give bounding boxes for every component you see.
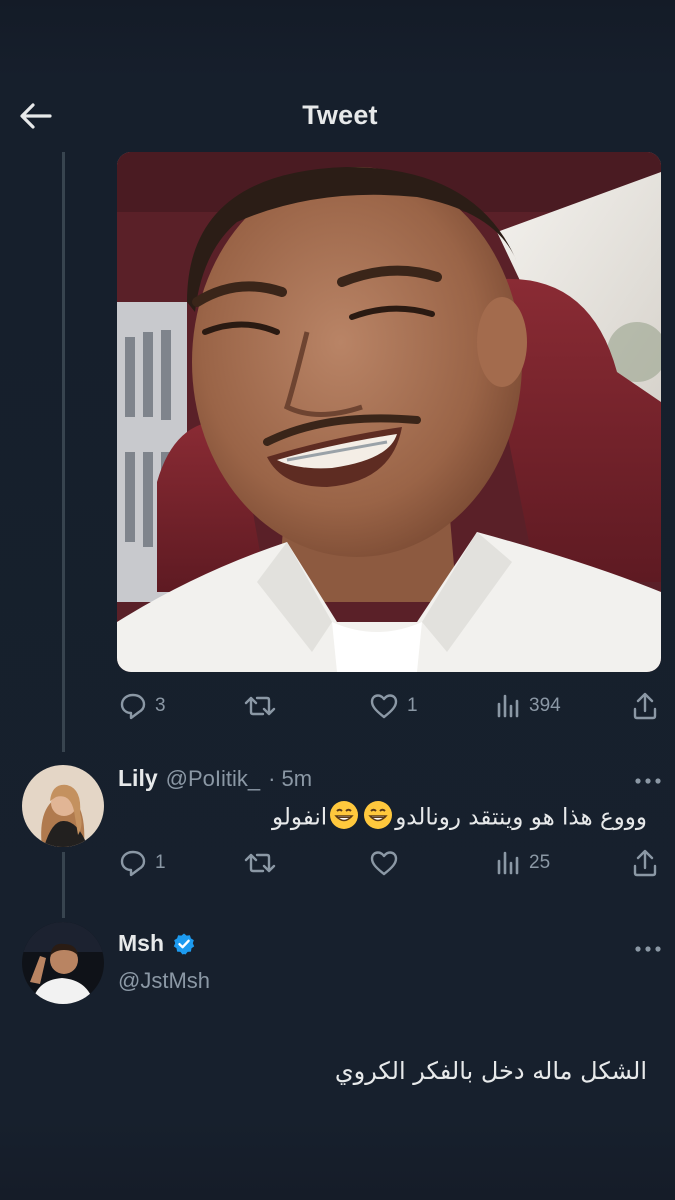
- reply-text-part: انفولو: [271, 804, 328, 831]
- page-title: Tweet: [302, 100, 378, 130]
- selfie-photo: [117, 152, 661, 672]
- display-name[interactable]: Lily: [118, 765, 158, 792]
- tweet-actions: 3 1 394: [117, 688, 665, 724]
- reply-subheader: @JstMsh: [118, 968, 210, 994]
- avatar[interactable]: [22, 765, 104, 847]
- thread-line: [62, 152, 65, 752]
- more-icon: [635, 778, 661, 784]
- like-button[interactable]: [369, 845, 399, 881]
- reply-button[interactable]: 1: [119, 845, 166, 881]
- display-name[interactable]: Msh: [118, 930, 164, 957]
- verified-icon: [173, 933, 195, 954]
- tweet-screen: Tweet 3 1 394 Lily @PoIitik_ · 5m وووع ه…: [0, 0, 675, 1200]
- share-button[interactable]: [631, 688, 659, 724]
- user-avatar-image: [22, 922, 104, 1004]
- user-handle[interactable]: @JstMsh: [118, 968, 210, 994]
- grin-emoji-icon: [363, 800, 393, 836]
- retweet-button[interactable]: [243, 845, 277, 881]
- heart-icon: [370, 851, 398, 876]
- retweet-icon: [244, 853, 276, 873]
- like-count: 1: [407, 695, 418, 716]
- user-avatar-image: [22, 765, 104, 847]
- share-icon: [633, 692, 657, 720]
- avatar[interactable]: [22, 922, 104, 1004]
- reply-actions: 1 25: [117, 845, 665, 881]
- views-count: 25: [529, 852, 551, 873]
- user-handle[interactable]: @PoIitik_: [166, 766, 260, 792]
- heart-icon: [370, 694, 398, 719]
- reply-button[interactable]: 3: [119, 688, 166, 724]
- views-button[interactable]: 394: [495, 688, 561, 724]
- reply-header: Msh: [118, 930, 196, 957]
- more-button[interactable]: [634, 773, 662, 784]
- views-button[interactable]: 25: [495, 845, 550, 881]
- reply-text: وووع هذا هو وينتقد رونالدو انفولو: [272, 800, 647, 836]
- top-bar: Tweet: [0, 82, 675, 152]
- reply-text: الشكل ماله دخل بالفكر الكروي: [334, 1057, 647, 1085]
- grin-emoji-icon: [329, 800, 359, 836]
- reply-icon: [120, 693, 146, 720]
- retweet-button[interactable]: [243, 688, 277, 724]
- more-button[interactable]: [634, 941, 662, 952]
- views-count: 394: [529, 695, 561, 716]
- share-icon: [633, 849, 657, 877]
- reply-count: 1: [155, 852, 166, 873]
- tweet-photo[interactable]: [117, 152, 661, 672]
- reply-icon: [120, 850, 146, 877]
- more-icon: [635, 946, 661, 952]
- share-button[interactable]: [631, 845, 659, 881]
- like-button[interactable]: 1: [369, 688, 418, 724]
- reply-header: Lily @PoIitik_ · 5m: [118, 765, 312, 792]
- thread-line: [62, 852, 65, 918]
- retweet-icon: [244, 696, 276, 716]
- views-icon: [497, 851, 519, 875]
- reply-count: 3: [155, 695, 166, 716]
- timestamp: · 5m: [268, 765, 313, 791]
- reply-text-part: وووع هذا هو وينتقد رونالدو: [395, 804, 647, 831]
- views-icon: [497, 694, 519, 718]
